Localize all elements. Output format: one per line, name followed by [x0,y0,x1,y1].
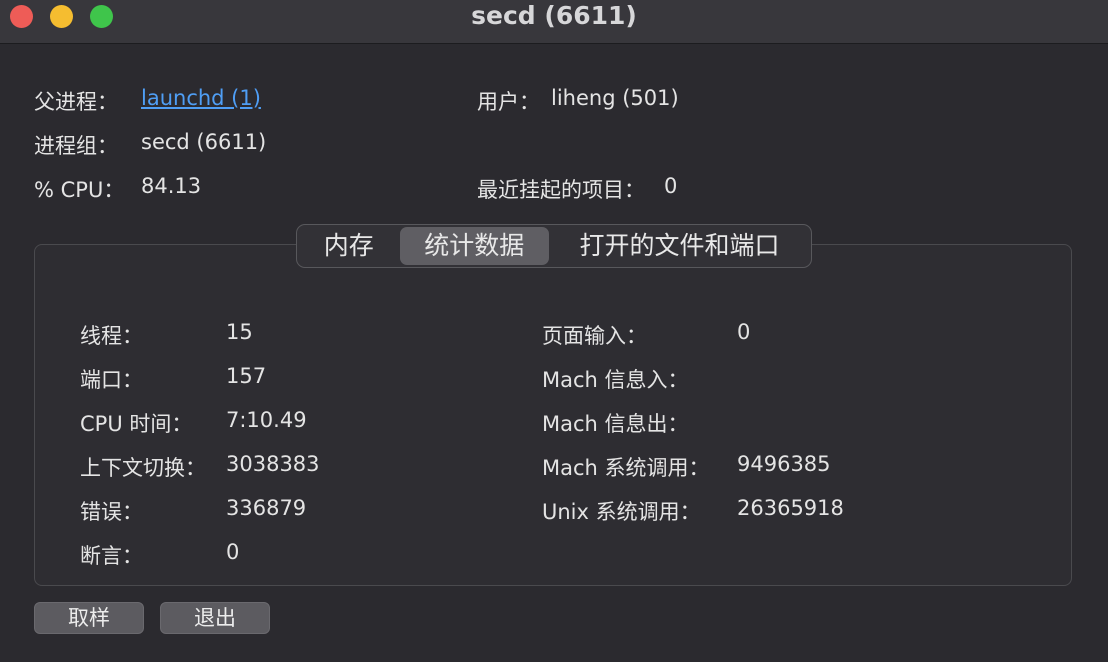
recent-hangs-value: 0 [664,174,678,198]
user-label: 用户： [477,90,540,114]
title-bar: secd (6611) [0,0,1108,44]
assertions-label: 断言： [80,544,143,568]
parent-process-label: 父进程： [34,90,118,114]
context-switches-label: 上下文切换： [80,456,206,480]
tab-statistics[interactable]: 统计数据 [399,227,550,265]
ports-label: 端口： [80,368,143,392]
tab-memory[interactable]: 内存 [300,227,398,265]
process-group-value: secd (6611) [141,130,267,154]
cpu-time-label: CPU 时间： [80,412,193,436]
context-switches-value: 3038383 [226,452,320,476]
process-info-window: secd (6611) 父进程： launchd (1) 进程组： secd (… [0,0,1108,662]
process-group-label: 进程组： [34,134,118,158]
window-title: secd (6611) [471,1,637,30]
threads-label: 线程： [80,324,143,348]
sample-button[interactable]: 取样 [34,602,144,634]
mach-messages-out-label: Mach 信息出： [542,412,689,436]
cpu-time-value: 7:10.49 [226,408,307,432]
user-value: liheng (501) [551,86,679,110]
assertions-value: 0 [226,540,240,564]
page-ins-label: 页面输入： [542,324,647,348]
ports-value: 157 [226,364,267,388]
cpu-percent-value: 84.13 [141,174,202,198]
parent-process-link[interactable]: launchd (1) [141,86,261,110]
tab-bar: 内存 统计数据 打开的文件和端口 [296,224,812,268]
mach-syscalls-value: 9496385 [737,452,831,476]
faults-value: 336879 [226,496,307,520]
mach-syscalls-label: Mach 系统调用： [542,456,710,480]
page-ins-value: 0 [737,320,751,344]
unix-syscalls-value: 26365918 [737,496,844,520]
mach-messages-in-label: Mach 信息入： [542,368,689,392]
threads-value: 15 [226,320,253,344]
unix-syscalls-label: Unix 系统调用： [542,500,701,524]
faults-label: 错误： [80,500,143,524]
tab-open-files-ports[interactable]: 打开的文件和端口 [551,227,808,265]
cpu-percent-label: % CPU： [34,178,125,202]
recent-hangs-label: 最近挂起的项目： [477,178,645,202]
quit-button[interactable]: 退出 [160,602,270,634]
